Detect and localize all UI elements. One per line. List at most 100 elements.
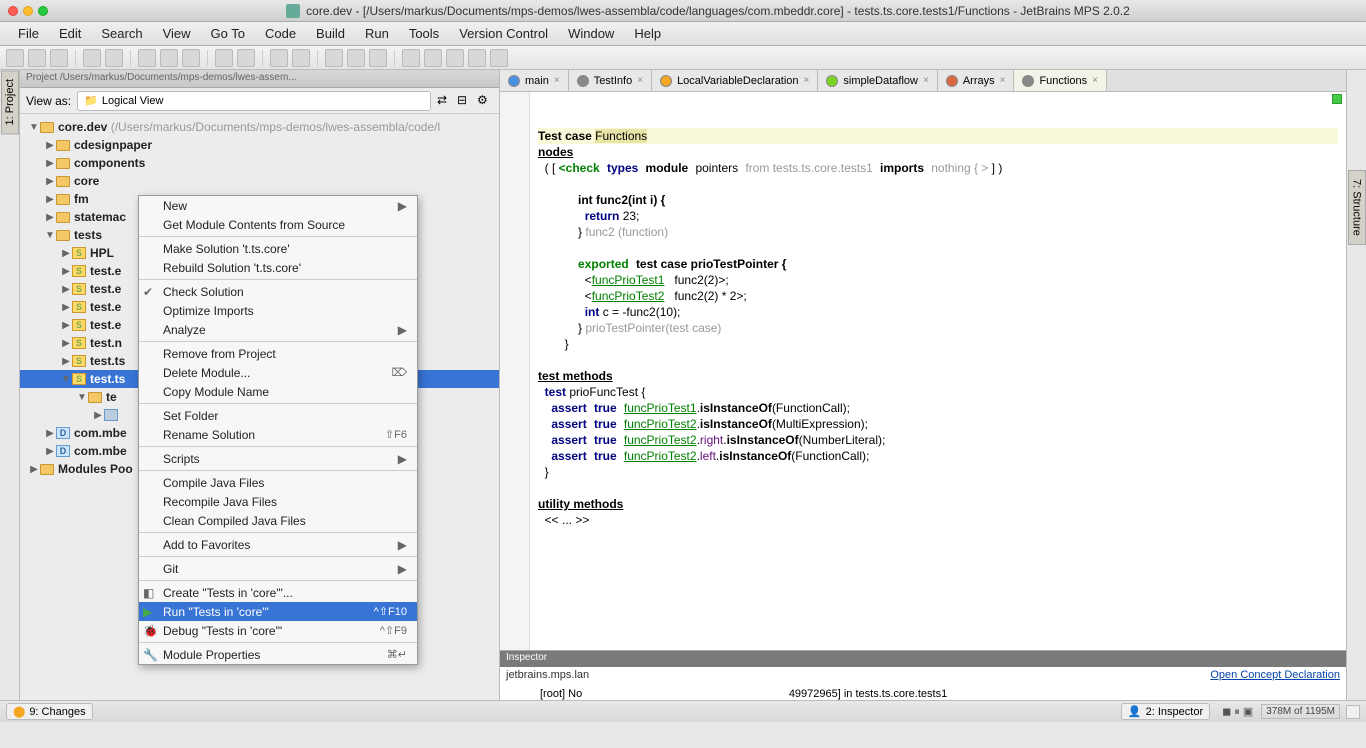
close-tab-icon[interactable]: ×: [923, 75, 929, 86]
toolbar-button[interactable]: [325, 49, 343, 67]
app-icon: [286, 4, 300, 18]
menu-file[interactable]: File: [8, 26, 49, 41]
editor-tab[interactable]: LocalVariableDeclaration×: [652, 70, 818, 91]
inspector-tool-button[interactable]: 👤2: Inspector: [1121, 703, 1210, 720]
close-tab-icon[interactable]: ×: [804, 75, 810, 86]
context-menu-item[interactable]: Recompile Java Files: [139, 492, 417, 511]
context-menu-item[interactable]: Get Module Contents from Source: [139, 215, 417, 234]
menu-version-control[interactable]: Version Control: [449, 26, 558, 41]
editor-tab[interactable]: TestInfo×: [569, 70, 652, 91]
close-tab-icon[interactable]: ×: [554, 75, 560, 86]
toolbar-button[interactable]: [468, 49, 486, 67]
context-menu-item[interactable]: 🔧Module Properties⌘↵: [139, 645, 417, 664]
context-menu-item[interactable]: Optimize Imports: [139, 301, 417, 320]
window-controls: [8, 6, 48, 16]
gear-icon[interactable]: ⚙: [477, 93, 493, 109]
toolbar-button[interactable]: [402, 49, 420, 67]
toolbar-button[interactable]: [6, 49, 24, 67]
menu-window[interactable]: Window: [558, 26, 624, 41]
menu-build[interactable]: Build: [306, 26, 355, 41]
toolbar-button[interactable]: [490, 49, 508, 67]
memory-indicator[interactable]: 378M of 1195M: [1261, 704, 1340, 719]
context-menu-item[interactable]: Add to Favorites▶: [139, 535, 417, 554]
structure-tool-button[interactable]: 7: Structure: [1348, 170, 1366, 245]
menu-goto[interactable]: Go To: [201, 26, 255, 41]
menu-code[interactable]: Code: [255, 26, 306, 41]
tree-row[interactable]: ▶components: [20, 154, 499, 172]
minimize-window-button[interactable]: [23, 6, 33, 16]
window-title: core.dev - [/Users/markus/Documents/mps-…: [306, 4, 1130, 18]
toolbar-button[interactable]: [237, 49, 255, 67]
editor-tabs: main×TestInfo×LocalVariableDeclaration×s…: [500, 70, 1346, 92]
editor-tab[interactable]: Functions×: [1014, 70, 1107, 91]
collapse-icon[interactable]: ⊟: [457, 93, 473, 109]
context-menu-item[interactable]: Remove from Project: [139, 344, 417, 363]
toolbar-button[interactable]: [446, 49, 464, 67]
inspection-indicator: [1332, 94, 1342, 104]
context-menu-item[interactable]: ✔Check Solution: [139, 282, 417, 301]
titlebar: core.dev - [/Users/markus/Documents/mps-…: [0, 0, 1366, 22]
menu-help[interactable]: Help: [624, 26, 671, 41]
menu-tools[interactable]: Tools: [399, 26, 449, 41]
context-menu-item[interactable]: Rename Solution⇧F6: [139, 425, 417, 444]
editor-tab[interactable]: main×: [500, 70, 569, 91]
copy-button[interactable]: [160, 49, 178, 67]
toolbar-button[interactable]: [215, 49, 233, 67]
context-menu-item[interactable]: Set Folder: [139, 406, 417, 425]
toolbar-button[interactable]: [369, 49, 387, 67]
context-menu-item[interactable]: 🐞Debug "Tests in 'core'"^⇧F9: [139, 621, 417, 640]
trash-icon[interactable]: [1346, 705, 1360, 719]
tree-row[interactable]: ▶core: [20, 172, 499, 190]
right-gutter: 7: Structure: [1346, 70, 1366, 700]
code-editor[interactable]: Test case Functions nodes ( [ <check typ…: [530, 92, 1346, 650]
toolbar-button[interactable]: [50, 49, 68, 67]
changes-tool-button[interactable]: ⬤9: Changes: [6, 703, 93, 720]
context-menu-item[interactable]: Compile Java Files: [139, 473, 417, 492]
tree-row[interactable]: ▼core.dev (/Users/markus/Documents/mps-d…: [20, 118, 499, 136]
left-gutter: 1: Project: [0, 70, 20, 700]
cut-button[interactable]: [138, 49, 156, 67]
close-tab-icon[interactable]: ×: [1092, 75, 1098, 86]
undo-button[interactable]: [83, 49, 101, 67]
context-menu-item[interactable]: New▶: [139, 196, 417, 215]
context-menu[interactable]: New▶Get Module Contents from Source Make …: [138, 195, 418, 665]
panel-header: Project /Users/markus/Documents/mps-demo…: [20, 70, 499, 88]
paste-button[interactable]: [182, 49, 200, 67]
editor-tab[interactable]: Arrays×: [938, 70, 1015, 91]
context-menu-item[interactable]: Delete Module...⌦: [139, 363, 417, 382]
tree-row[interactable]: ▶cdesignpaper: [20, 136, 499, 154]
zoom-window-button[interactable]: [38, 6, 48, 16]
context-menu-item[interactable]: Make Solution 't.ts.core': [139, 239, 417, 258]
toolbar-button[interactable]: [424, 49, 442, 67]
menu-search[interactable]: Search: [91, 26, 152, 41]
open-concept-link[interactable]: Open Concept Declaration: [1210, 669, 1340, 681]
context-menu-item[interactable]: Scripts▶: [139, 449, 417, 468]
close-window-button[interactable]: [8, 6, 18, 16]
close-tab-icon[interactable]: ×: [1000, 75, 1006, 86]
menu-edit[interactable]: Edit: [49, 26, 91, 41]
context-menu-item[interactable]: Clean Compiled Java Files: [139, 511, 417, 530]
editor-tab[interactable]: simpleDataflow×: [818, 70, 937, 91]
toolbar-button[interactable]: [28, 49, 46, 67]
menu-bar: File Edit Search View Go To Code Build R…: [0, 22, 1366, 46]
inspector-title: Inspector: [506, 652, 547, 666]
editor-area: main×TestInfo×LocalVariableDeclaration×s…: [500, 70, 1346, 700]
project-tool-button[interactable]: 1: Project: [1, 70, 19, 134]
close-tab-icon[interactable]: ×: [637, 75, 643, 86]
redo-button[interactable]: [105, 49, 123, 67]
toolbar: [0, 46, 1366, 70]
menu-view[interactable]: View: [153, 26, 201, 41]
toolbar-button[interactable]: [292, 49, 310, 67]
context-menu-item[interactable]: Analyze▶: [139, 320, 417, 339]
editor-gutter: [500, 92, 530, 650]
context-menu-item[interactable]: Git▶: [139, 559, 417, 578]
autoscroll-icon[interactable]: ⇄: [437, 93, 453, 109]
menu-run[interactable]: Run: [355, 26, 399, 41]
view-mode-select[interactable]: 📁 Logical View: [77, 91, 431, 111]
context-menu-item[interactable]: Copy Module Name: [139, 382, 417, 401]
context-menu-item[interactable]: ◧Create "Tests in 'core'"...: [139, 583, 417, 602]
run-button[interactable]: [347, 49, 365, 67]
context-menu-item[interactable]: ▶Run "Tests in 'core'"^⇧F10: [139, 602, 417, 621]
toolbar-button[interactable]: [270, 49, 288, 67]
context-menu-item[interactable]: Rebuild Solution 't.ts.core': [139, 258, 417, 277]
